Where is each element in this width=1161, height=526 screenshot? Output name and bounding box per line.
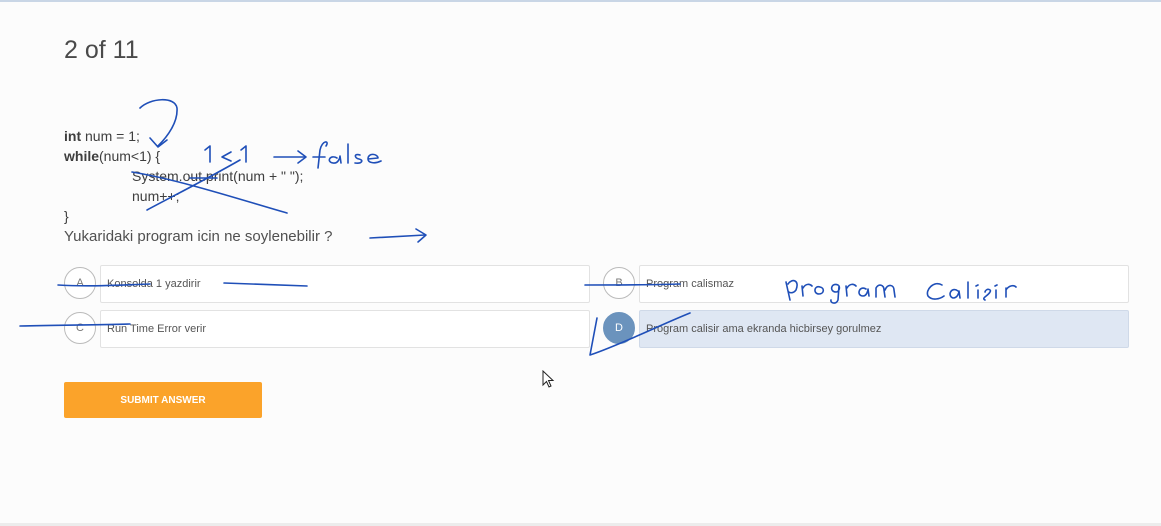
option-b[interactable]: Program calismaz [639, 265, 1129, 303]
option-d-radio[interactable]: D [603, 312, 635, 344]
question-counter: 2 of 11 [64, 36, 139, 64]
question-text: Yukaridaki program icin ne soylenebilir … [64, 228, 333, 245]
code-text: num = 1; [81, 128, 140, 144]
code-line-2: while(num<1) { [64, 146, 303, 166]
question-arrow-head [415, 228, 427, 243]
option-a-radio[interactable]: A [64, 267, 96, 299]
handwriting-overlay [19, 98, 1017, 356]
option-c-radio[interactable]: C [64, 312, 96, 344]
note-false-a [328, 155, 342, 164]
keyword-int: int [64, 128, 82, 144]
question-arrow [369, 234, 426, 239]
option-c[interactable]: Run Time Error verir [100, 310, 590, 348]
note-false-e [367, 153, 382, 164]
code-line-4: num++; [132, 188, 180, 204]
code-line-1: int num = 1; [64, 126, 303, 146]
top-border [0, 0, 1161, 2]
code-text: (num<1) { [99, 148, 161, 164]
code-line-3: System.out.print(num + " "); [132, 168, 304, 184]
note-false-f [312, 141, 328, 169]
option-d[interactable]: Program calisir ama ekranda hicbirsey go… [639, 310, 1129, 348]
submit-answer-button[interactable]: SUBMIT ANSWER [64, 382, 262, 418]
code-snippet: int num = 1; while(num<1) { System.out.p… [64, 126, 303, 226]
mouse-cursor-icon [542, 370, 555, 388]
note-false-s [354, 153, 363, 164]
option-b-radio[interactable]: B [603, 267, 635, 299]
option-a[interactable]: Konsolda 1 yazdirir [100, 265, 590, 303]
keyword-while: while [64, 148, 100, 164]
code-line-5: } [64, 208, 69, 224]
